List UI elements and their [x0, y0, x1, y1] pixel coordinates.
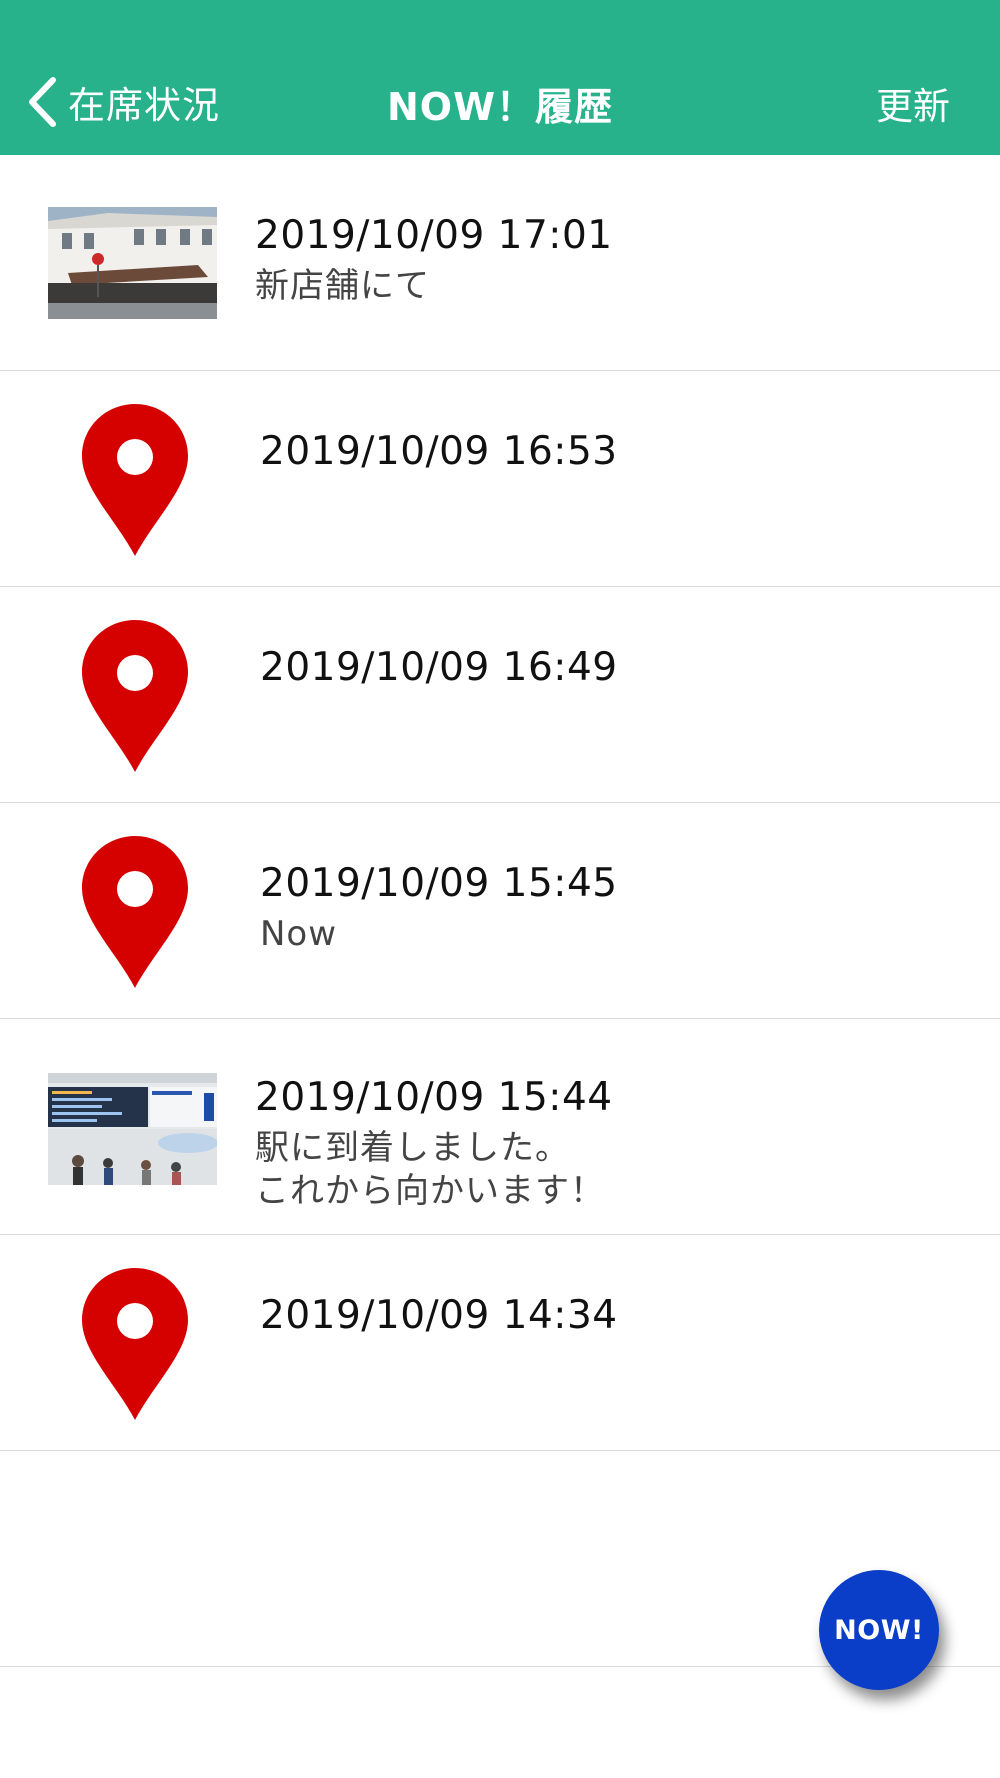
refresh-button[interactable]: 更新 — [876, 76, 950, 130]
history-entry[interactable]: 2019/10/09 15:45 Now — [0, 803, 1000, 1019]
map-pin-icon — [82, 836, 188, 988]
history-entry[interactable]: 2019/10/09 16:53 — [0, 371, 1000, 587]
station-photo — [48, 1073, 217, 1185]
map-pin-icon — [82, 1268, 188, 1420]
entry-note: 駅に到着しました。 これから向かいます！ — [255, 1128, 605, 1211]
history-entry[interactable]: 2019/10/09 14:34 — [0, 1235, 1000, 1451]
entry-timestamp: 2019/10/09 14:34 — [260, 1293, 618, 1338]
page-title: NOW！履歴 — [386, 85, 614, 129]
storefront-photo — [48, 207, 217, 319]
entry-timestamp: 2019/10/09 16:49 — [260, 645, 618, 690]
history-entry[interactable]: 2019/10/09 15:44 駅に到着しました。 これから向かいます！ — [0, 1019, 1000, 1235]
map-pin-icon — [82, 620, 188, 772]
entry-note: 新店舗にて — [255, 266, 430, 306]
map-pin-icon — [82, 404, 188, 556]
now-fab-button[interactable]: NOW! — [819, 1570, 939, 1690]
app-header: 在席状況 NOW！履歴 更新 — [0, 0, 1000, 155]
history-entry[interactable]: 2019/10/09 17:01 新店舗にて — [0, 155, 1000, 371]
history-entry[interactable]: 2019/10/09 16:49 — [0, 587, 1000, 803]
entry-timestamp: 2019/10/09 15:45 — [260, 861, 618, 906]
entry-timestamp: 2019/10/09 15:44 — [255, 1075, 613, 1120]
entry-timestamp: 2019/10/09 16:53 — [260, 429, 618, 474]
entry-timestamp: 2019/10/09 17:01 — [255, 213, 613, 258]
history-list: 2019/10/09 17:01 新店舗にて 2019/10/09 16:53 … — [0, 155, 1000, 1667]
entry-note: Now — [260, 914, 338, 954]
